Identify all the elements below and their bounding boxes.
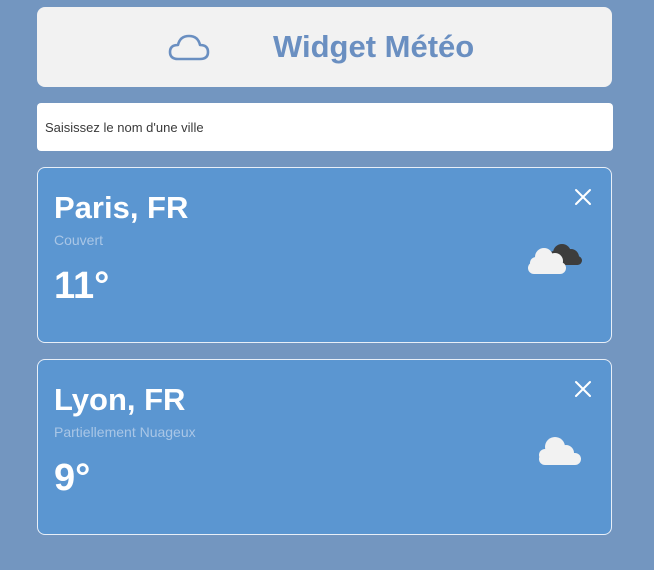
card-city-name: Lyon, FR xyxy=(54,382,186,417)
close-icon[interactable] xyxy=(574,380,592,398)
card-city-name: Paris, FR xyxy=(54,190,189,225)
city-search-input[interactable] xyxy=(37,103,613,151)
overcast-clouds-icon xyxy=(528,244,582,274)
partly-cloudy-icon xyxy=(539,437,581,465)
close-icon[interactable] xyxy=(574,188,592,206)
weather-card-paris: Paris, FR Couvert 11° xyxy=(37,167,612,343)
card-temperature: 9° xyxy=(54,457,91,499)
weather-card-lyon: Lyon, FR Partiellement Nuageux 9° xyxy=(37,359,612,535)
card-weather-description: Couvert xyxy=(54,232,104,248)
cloud-icon xyxy=(168,34,210,61)
app-title: Widget Météo xyxy=(273,29,475,64)
card-temperature: 11° xyxy=(54,265,110,307)
app-header: Widget Météo xyxy=(37,7,612,87)
card-weather-description: Partiellement Nuageux xyxy=(54,424,196,440)
